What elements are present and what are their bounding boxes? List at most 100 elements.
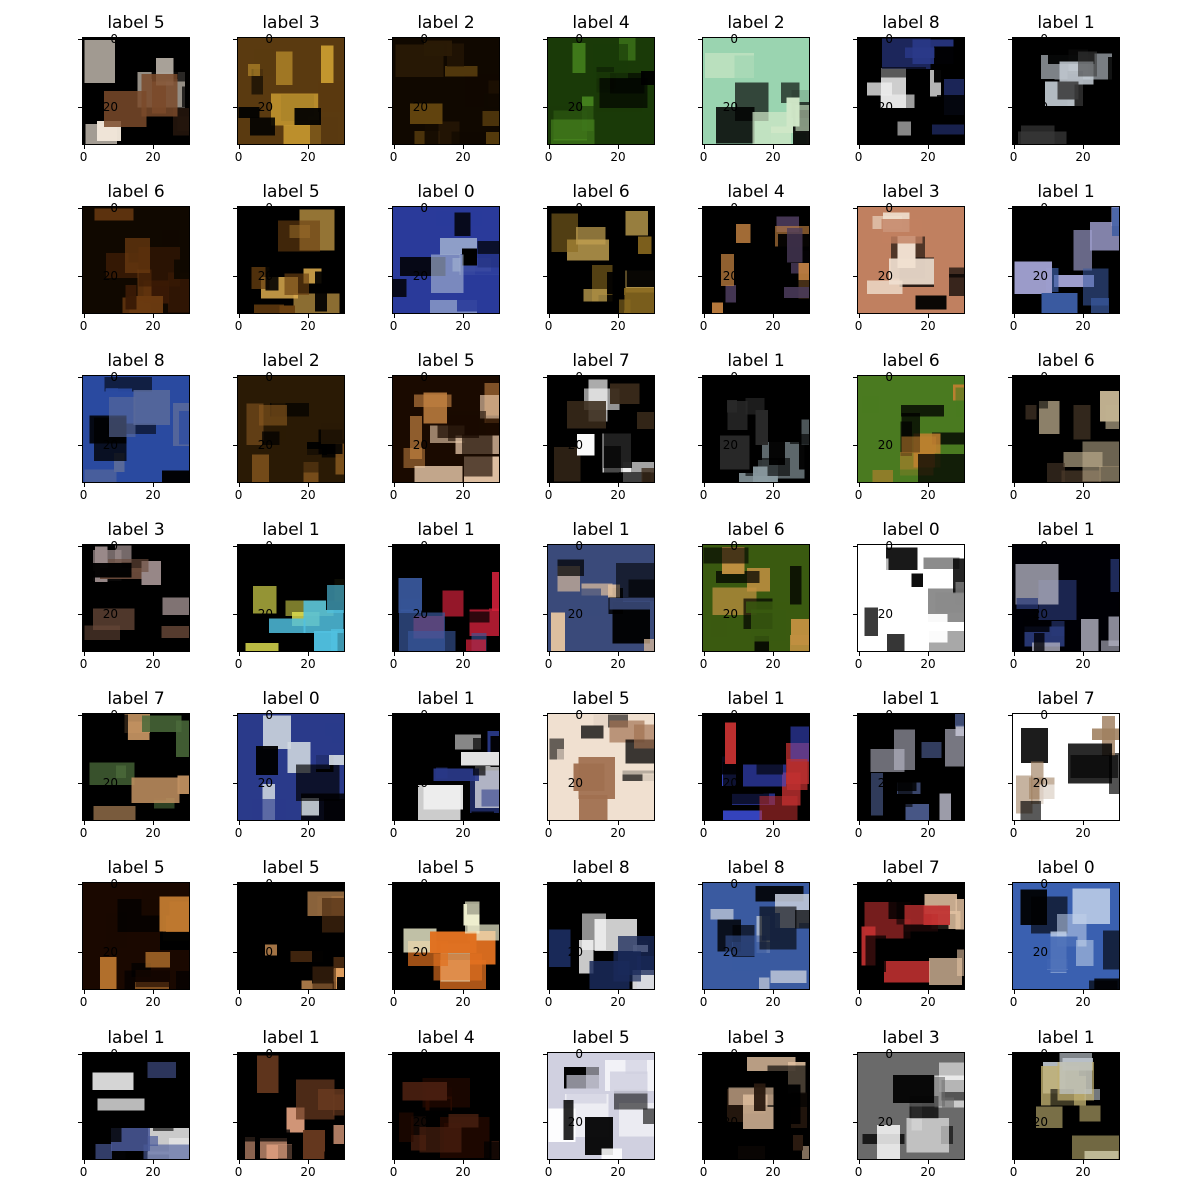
image-pixels — [83, 1053, 189, 1159]
panel-title: label 5 — [417, 858, 475, 878]
x-tick-mark — [1083, 821, 1085, 825]
x-tick-label: 0 — [234, 488, 243, 502]
x-tick-label: 20 — [1075, 150, 1091, 164]
y-tick-mark — [78, 275, 82, 277]
image-panel: label 0 0 20 0 20 — [853, 520, 1005, 684]
y-tick-mark — [853, 883, 857, 885]
x-tick-mark — [618, 145, 620, 149]
x-tick-label: 20 — [610, 319, 626, 333]
y-tick-label: 20 — [412, 606, 428, 621]
generated-image — [392, 882, 500, 990]
generated-image — [82, 544, 190, 652]
image-pixels — [548, 883, 654, 989]
x-tick-label: 0 — [79, 1165, 88, 1179]
panel-title: label 2 — [262, 351, 320, 371]
panel-title: label 6 — [882, 351, 940, 371]
x-tick-label: 20 — [765, 826, 781, 840]
x-tick-label: 0 — [1009, 826, 1018, 840]
y-tick-label: 20 — [1032, 775, 1048, 790]
y-tick-mark — [543, 38, 547, 40]
y-tick-label: 20 — [567, 268, 583, 283]
x-tick-label: 20 — [145, 1165, 161, 1179]
x-tick-mark — [308, 145, 310, 149]
generated-image — [237, 375, 345, 483]
y-tick-mark — [233, 883, 237, 885]
image-panel: label 0 0 20 0 20 — [233, 689, 385, 853]
x-tick-label: 20 — [920, 995, 936, 1009]
x-tick-mark — [1013, 483, 1015, 487]
y-tick-label: 0 — [1040, 876, 1048, 891]
y-tick-label: 0 — [885, 200, 893, 215]
y-tick-label: 0 — [575, 707, 583, 722]
x-tick-mark — [153, 990, 155, 994]
x-tick-label: 20 — [610, 657, 626, 671]
x-tick-label: 20 — [145, 319, 161, 333]
panel-title: label 1 — [727, 689, 785, 709]
y-tick-mark — [388, 376, 392, 378]
x-tick-label: 20 — [300, 150, 316, 164]
image-pixels — [238, 207, 344, 313]
x-tick-mark — [548, 314, 550, 318]
generated-image — [237, 882, 345, 990]
panel-title: label 1 — [417, 689, 475, 709]
y-tick-label: 0 — [885, 31, 893, 46]
x-tick-label: 20 — [145, 657, 161, 671]
x-tick-mark — [773, 483, 775, 487]
image-pixels — [83, 38, 189, 144]
y-tick-mark — [233, 275, 237, 277]
generated-image — [857, 37, 965, 145]
x-tick-mark — [463, 1160, 465, 1164]
panel-title: label 6 — [1037, 351, 1095, 371]
y-tick-mark — [853, 1053, 857, 1055]
y-tick-mark — [698, 106, 702, 108]
y-tick-label: 0 — [420, 31, 428, 46]
generated-image — [392, 713, 500, 821]
y-tick-label: 0 — [110, 538, 118, 553]
image-panel: label 1 0 20 0 20 — [388, 689, 540, 853]
image-panel: label 1 0 20 0 20 — [543, 520, 695, 684]
x-tick-mark — [153, 483, 155, 487]
y-tick-mark — [388, 782, 392, 784]
y-tick-label: 20 — [257, 268, 273, 283]
x-tick-mark — [703, 145, 705, 149]
generated-image — [547, 544, 655, 652]
generated-image — [82, 1052, 190, 1160]
y-tick-mark — [698, 207, 702, 209]
y-tick-label: 20 — [257, 944, 273, 959]
image-panel: label 7 0 20 0 20 — [853, 858, 1005, 1022]
panel-title: label 5 — [572, 1028, 630, 1048]
image-panel: label 3 0 20 0 20 — [853, 1028, 1005, 1192]
x-tick-label: 20 — [455, 995, 471, 1009]
y-tick-mark — [388, 106, 392, 108]
x-tick-label: 0 — [544, 657, 553, 671]
generated-image — [547, 882, 655, 990]
image-panel: label 3 0 20 0 20 — [853, 182, 1005, 346]
generated-image — [702, 1052, 810, 1160]
generated-image — [1012, 544, 1120, 652]
image-grid-figure: label 5 0 20 0 20 label 3 0 20 0 20 label 2 0 20 0 20 l… — [0, 0, 1200, 1200]
x-tick-mark — [858, 652, 860, 656]
image-pixels — [548, 207, 654, 313]
image-pixels — [548, 1053, 654, 1159]
generated-image — [237, 713, 345, 821]
x-tick-mark — [1013, 821, 1015, 825]
image-pixels — [703, 714, 809, 820]
y-tick-mark — [78, 444, 82, 446]
x-tick-mark — [773, 652, 775, 656]
x-tick-label: 20 — [610, 1165, 626, 1179]
x-tick-label: 20 — [1075, 826, 1091, 840]
x-tick-mark — [703, 821, 705, 825]
image-pixels — [83, 376, 189, 482]
y-tick-mark — [1008, 883, 1012, 885]
y-tick-label: 20 — [877, 775, 893, 790]
x-tick-mark — [703, 990, 705, 994]
generated-image — [857, 882, 965, 990]
y-tick-label: 0 — [1040, 200, 1048, 215]
y-tick-label: 20 — [567, 606, 583, 621]
panel-title: label 1 — [1037, 1028, 1095, 1048]
image-panel: label 6 0 20 0 20 — [698, 520, 850, 684]
image-panel: label 4 0 20 0 20 — [388, 1028, 540, 1192]
generated-image — [237, 206, 345, 314]
y-tick-label: 20 — [567, 775, 583, 790]
y-tick-label: 0 — [730, 707, 738, 722]
